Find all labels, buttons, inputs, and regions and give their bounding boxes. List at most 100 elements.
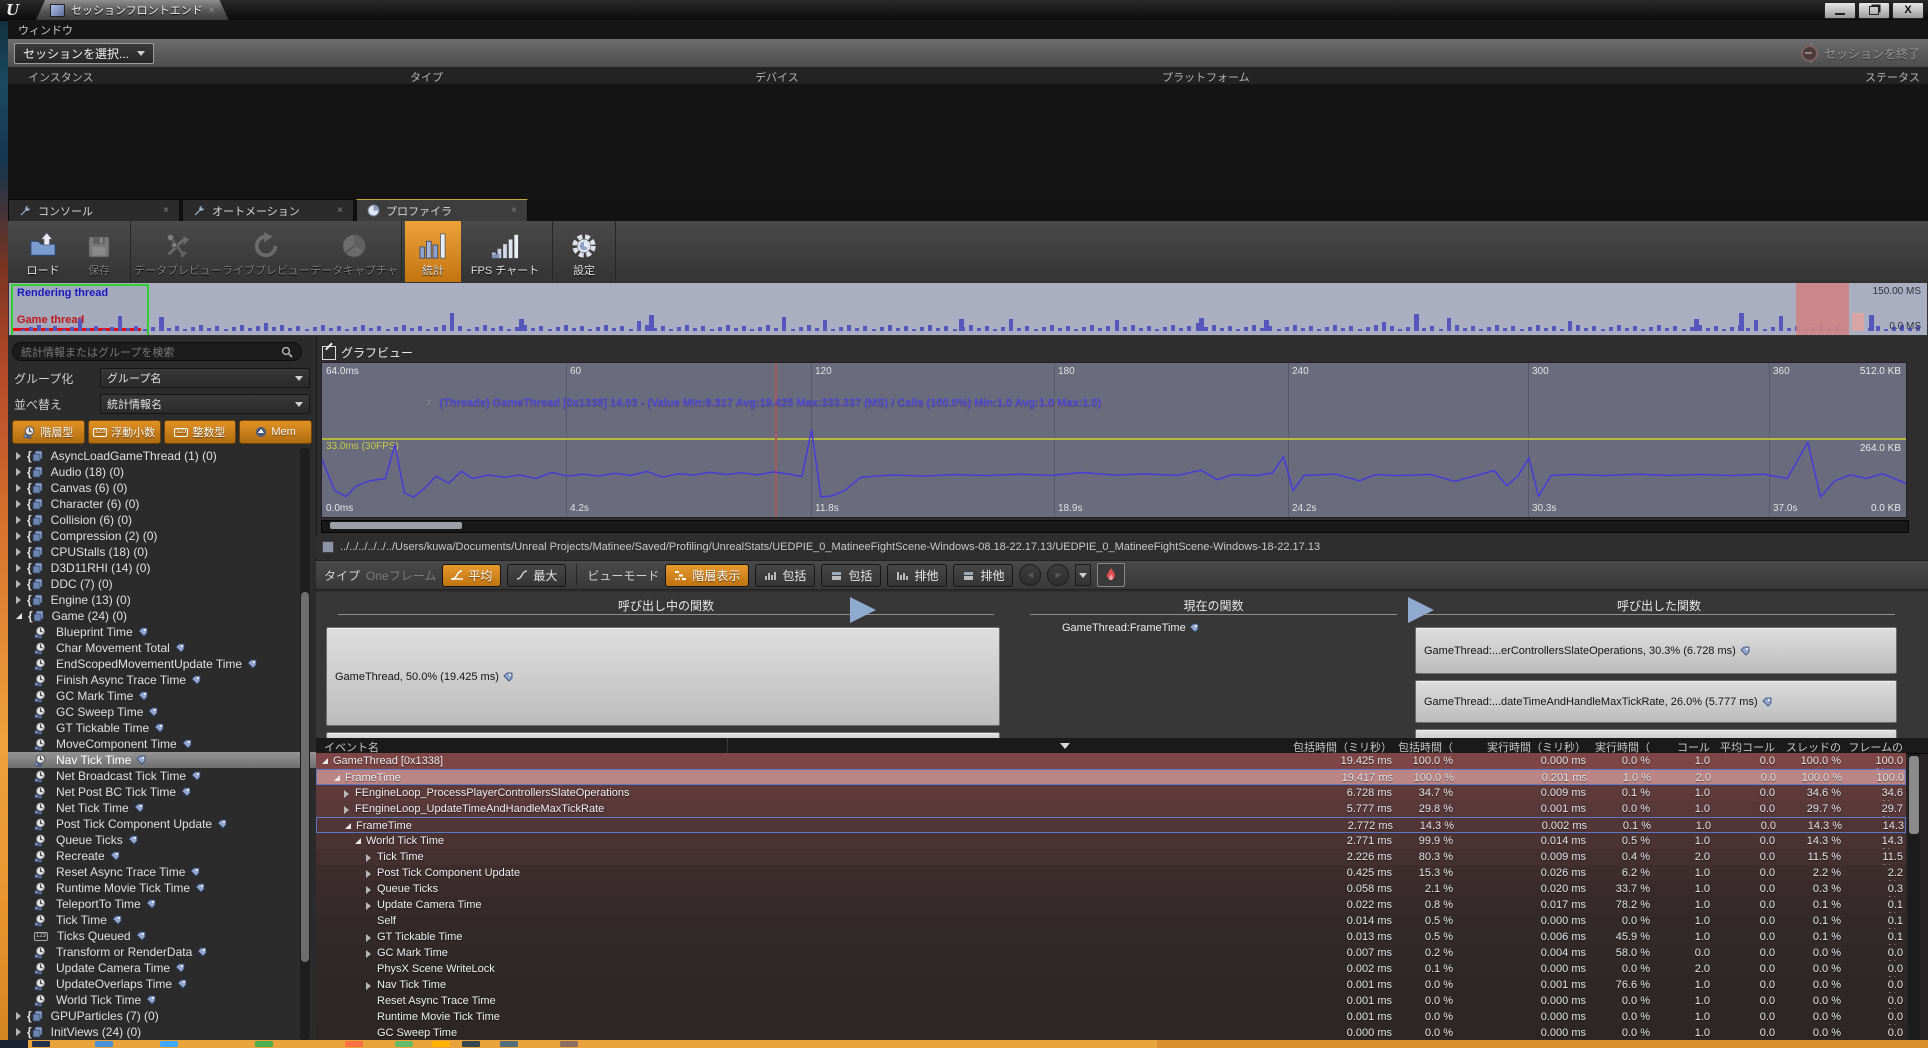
tree-stat-row[interactable]: GC Sweep Time [8,704,316,720]
thread-timeline[interactable]: Rendering thread Game thread 150.00 MS 0… [8,282,1928,336]
filter-hierarchy-button[interactable]: 階層型 [12,420,85,444]
hierarchy-view-button[interactable]: 階層表示 [665,564,749,587]
tree-stat-row[interactable]: Net Tick Time [8,800,316,816]
history-forward-button[interactable]: ► [1047,564,1069,586]
tree-group-row[interactable]: {AsyncLoadGameThread (1) (0) [8,448,316,464]
average-button[interactable]: 平均 [442,564,501,587]
callee-node[interactable]: GameThread:...erControllersSlateOperatio… [1415,627,1897,674]
event-row[interactable]: Tick Time2.226 ms80.3 %0.009 ms0.4 %2.00… [316,849,1906,865]
minimize-button[interactable] [1824,2,1856,19]
tree-stat-row[interactable]: Finish Async Trace Time [8,672,316,688]
chevron-closed-icon[interactable] [366,902,371,910]
tree-stat-row[interactable]: MoveComponent Time [8,736,316,752]
tree-stat-row[interactable]: Net Broadcast Tick Time [8,768,316,784]
taskbar-item[interactable] [95,1041,113,1047]
taskbar-item[interactable] [255,1041,273,1047]
event-row[interactable]: Self0.014 ms0.5 %0.000 ms0.0 %1.00.00.1 … [316,913,1906,929]
event-row[interactable]: Reset Async Trace Time0.001 ms0.0 %0.000… [316,993,1906,1009]
window-tab[interactable]: セッションフロントエンド × [36,0,229,20]
terminate-session-button[interactable]: セッションを終了 [1801,43,1920,63]
session-column-header[interactable]: ステータス [1865,69,1920,85]
chevron-open-icon[interactable] [334,775,340,781]
taskbar-item[interactable] [32,1041,50,1047]
group-by-dropdown[interactable]: グループ名 [100,368,310,388]
settings-button[interactable]: 設定 [556,221,612,282]
chevron-closed-icon[interactable] [366,982,371,990]
tree-stat-row[interactable]: Reset Async Trace Time [8,864,316,880]
event-row[interactable]: PhysX Scene WriteLock0.002 ms0.1 %0.000 … [316,961,1906,977]
live-preview-button[interactable]: ライブプレビュー [222,221,310,282]
session-column-header[interactable]: インスタンス [28,69,94,85]
taskbar-item[interactable] [500,1041,518,1047]
event-row[interactable]: Queue Ticks0.058 ms2.1 %0.020 ms33.7 %1.… [316,881,1906,897]
graph-canvas[interactable]: 604.2s12011.8s18018.9s24024.2s30030.3s36… [321,362,1907,518]
menu-window[interactable]: ウィンドウ [18,22,73,38]
current-function-value[interactable]: GameThread:FrameTime [1062,622,1199,634]
chevron-closed-icon[interactable] [16,532,21,540]
chevron-closed-icon[interactable] [16,500,21,508]
tree-group-row[interactable]: {Character (6) (0) [8,496,316,512]
tree-group-row[interactable]: {Compression (2) (0) [8,528,316,544]
taskbar-item[interactable] [462,1041,480,1047]
taskbar-item[interactable] [432,1041,450,1047]
event-row[interactable]: FrameTime2.772 ms14.3 %0.002 ms0.1 %1.00… [316,817,1906,833]
table-scrollbar-thumb[interactable] [1909,756,1919,834]
filter-float-button[interactable]: 123浮動小数 [88,420,161,444]
history-back-button[interactable]: ◄ [1019,564,1041,586]
taskbar-item[interactable] [560,1041,578,1047]
chevron-closed-icon[interactable] [16,468,21,476]
taskbar-item[interactable] [395,1041,413,1047]
chevron-closed-icon[interactable] [366,870,371,878]
chevron-closed-icon[interactable] [16,548,21,556]
tree-stat-row[interactable]: Tick Time [8,912,316,928]
chevron-closed-icon[interactable] [16,484,21,492]
title-bar[interactable]: U セッションフロントエンド × X [0,0,1928,21]
windows-taskbar[interactable] [0,1040,1928,1048]
event-row[interactable]: Update Camera Time0.022 ms0.8 %0.017 ms7… [316,897,1906,913]
stats-button[interactable]: 統計 [405,221,461,282]
tree-stat-row[interactable]: Queue Ticks [8,832,316,848]
session-column-header[interactable]: プラットフォーム [1162,69,1250,85]
tree-stat-row[interactable]: Nav Tick Time [8,752,316,768]
tree-stat-row[interactable]: Transform or RenderData [8,944,316,960]
tree-stat-row[interactable]: Net Post BC Tick Time [8,784,316,800]
event-row[interactable]: FrameTime19.417 ms100.0 %0.201 ms1.0 %2.… [316,769,1906,785]
inclusive-coalesced-button[interactable]: 包括 [821,564,881,587]
session-select-dropdown[interactable]: セッションを選択... [14,43,154,64]
tree-stat-row[interactable]: GT Tickable Time [8,720,316,736]
tab-close-icon[interactable]: × [163,205,169,216]
chevron-closed-icon[interactable] [366,886,371,894]
tree-stat-row[interactable]: World Tick Time [8,992,316,1008]
history-dropdown[interactable] [1075,564,1091,586]
tab-automation[interactable]: オートメーション× [182,199,354,221]
event-row[interactable]: FEngineLoop_ProcessPlayerControllersSlat… [316,785,1906,801]
tree-stat-row[interactable]: 123Ticks Queued [8,928,316,944]
chevron-open-icon[interactable] [16,613,22,619]
chevron-closed-icon[interactable] [366,854,371,862]
tree-stat-row[interactable]: TeleportTo Time [8,896,316,912]
chevron-open-icon[interactable] [355,838,361,844]
tree-stat-row[interactable]: EndScopedMovementUpdate Time [8,656,316,672]
event-row[interactable]: Nav Tick Time0.001 ms0.0 %0.001 ms76.6 %… [316,977,1906,993]
tree-group-row[interactable]: {CPUStalls (18) (0) [8,544,316,560]
taskbar-item[interactable] [345,1041,363,1047]
restore-button[interactable] [1858,2,1890,19]
tree-group-row[interactable]: {GPUParticles (7) (0) [8,1008,316,1024]
data-preview-button[interactable]: データプレビュー [134,221,222,282]
event-row[interactable]: GameThread [0x1338]19.425 ms100.0 %0.000… [316,753,1906,769]
tree-stat-row[interactable]: UpdateOverlaps Time [8,976,316,992]
chevron-open-icon[interactable] [322,758,328,764]
chevron-closed-icon[interactable] [344,806,349,814]
tree-group-row[interactable]: {Engine (13) (0) [8,592,316,608]
save-button[interactable]: 保存 [71,221,127,282]
tab-close-icon[interactable]: × [511,205,517,216]
tab-close-icon[interactable]: × [337,205,343,216]
tree-stat-row[interactable]: Post Tick Component Update [8,816,316,832]
tree-stat-row[interactable]: Blueprint Time [8,624,316,640]
inclusive-flat-button[interactable]: 包括 [755,564,815,587]
filter-memory-button[interactable]: Mem [239,420,312,444]
one-frame-option[interactable]: Oneフレーム [366,567,436,584]
exclusive-coalesced-button[interactable]: 排他 [953,564,1013,587]
chevron-closed-icon[interactable] [16,580,21,588]
event-row[interactable]: GC Sweep Time0.000 ms0.0 %0.000 ms0.0 %1… [316,1025,1906,1040]
